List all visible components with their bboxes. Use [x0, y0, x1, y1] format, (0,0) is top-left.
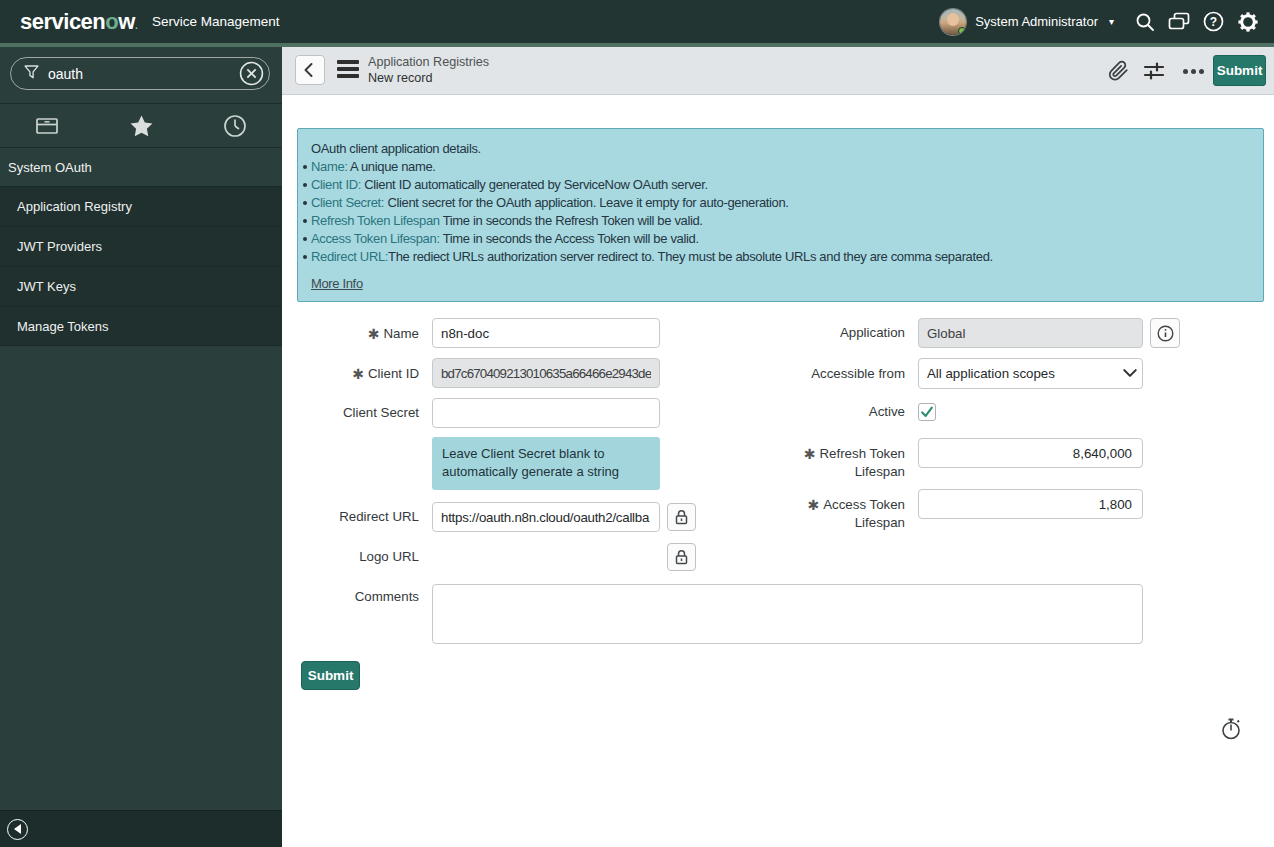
star-icon	[129, 114, 154, 138]
sidebar-footer	[0, 810, 282, 847]
presence-dot-icon	[958, 27, 966, 35]
form-context-menu-icon[interactable]	[337, 60, 359, 81]
user-menu[interactable]: System Administrator ▾	[940, 0, 1114, 43]
bullet-icon	[303, 255, 307, 259]
search-icon[interactable]	[1132, 0, 1158, 43]
tab-favorites[interactable]	[94, 104, 188, 147]
record-toolbar: Application Registries New record Submit	[282, 47, 1274, 95]
clock-icon	[223, 114, 247, 138]
application-info-button[interactable]	[1150, 318, 1180, 348]
sidebar-menu: System OAuth Application Registry JWT Pr…	[0, 147, 282, 346]
app-header: servicenow. Service Management System Ad…	[0, 0, 1274, 43]
required-icon: ✱	[804, 446, 820, 462]
accessible-from-label: Accessible from	[745, 358, 905, 389]
bullet-icon	[303, 237, 307, 241]
redirect-url-label: Redirect URL	[297, 502, 419, 532]
redirect-url-lock-button[interactable]	[667, 503, 696, 531]
more-options-icon[interactable]	[1178, 59, 1208, 83]
user-name: System Administrator	[975, 14, 1098, 29]
oauth-info-box: OAuth client application details. Name: …	[297, 128, 1264, 302]
filter-navigator-input[interactable]	[39, 66, 239, 82]
info-item: Client Secret: Client secret for the OAu…	[311, 194, 1249, 212]
comments-label: Comments	[297, 584, 419, 610]
chevron-down-icon: ▾	[1107, 16, 1114, 27]
servicenow-logo[interactable]: servicenow.	[20, 0, 137, 43]
client-secret-input[interactable]	[432, 398, 660, 428]
lock-icon	[674, 549, 689, 565]
collapse-sidebar-icon[interactable]	[7, 819, 28, 840]
logo-url-lock-button[interactable]	[667, 543, 696, 571]
comments-textarea[interactable]	[432, 584, 1143, 644]
active-label: Active	[745, 403, 905, 421]
application-label: Application	[745, 318, 905, 348]
client-secret-note: Leave Client Secret blank to automatical…	[432, 437, 660, 490]
sidebar-item-jwt-keys[interactable]: JWT Keys	[0, 266, 282, 306]
required-icon: ✱	[807, 497, 823, 513]
name-label: ✱Name	[297, 318, 419, 349]
help-icon[interactable]: ?	[1200, 0, 1226, 43]
info-item: Access Token Lifespan: Time in seconds t…	[311, 230, 1249, 248]
more-info-link[interactable]: More Info	[311, 275, 363, 293]
avatar	[940, 9, 966, 35]
product-name: Service Management	[152, 0, 280, 43]
bullet-icon	[303, 183, 307, 187]
name-input[interactable]	[432, 318, 660, 348]
accessible-from-select[interactable]: All application scopes	[918, 358, 1143, 389]
tab-all-applications[interactable]	[0, 104, 94, 147]
sidebar-filter[interactable]	[10, 57, 270, 90]
funnel-icon	[24, 65, 39, 82]
record-title: Application Registries New record	[368, 54, 489, 86]
tab-history[interactable]	[188, 104, 282, 147]
bullet-icon	[303, 219, 307, 223]
info-circle-icon	[1157, 325, 1174, 342]
gear-icon[interactable]	[1235, 0, 1261, 43]
connect-chat-icon[interactable]	[1166, 0, 1192, 43]
archive-box-icon	[35, 115, 59, 137]
application-input	[918, 318, 1143, 348]
active-checkbox[interactable]	[918, 403, 936, 421]
sidebar-tabs	[0, 103, 282, 147]
redirect-url-input[interactable]	[432, 502, 660, 532]
attachment-paperclip-icon[interactable]	[1106, 59, 1130, 83]
required-icon: ✱	[352, 366, 368, 382]
info-item: Client ID: Client ID automatically gener…	[311, 176, 1249, 194]
access-token-lifespan-input[interactable]	[918, 489, 1143, 519]
record-title-table: Application Registries	[368, 54, 489, 70]
record-title-record: New record	[368, 70, 489, 86]
info-item: Name: A unique name.	[311, 158, 1249, 176]
logo-url-label: Logo URL	[297, 542, 419, 572]
required-icon: ✱	[368, 326, 384, 342]
personal-timer-icon[interactable]	[1219, 717, 1243, 741]
personalize-form-sliders-icon[interactable]	[1142, 59, 1166, 83]
clear-filter-icon[interactable]	[239, 61, 264, 86]
client-id-label: ✱Client ID	[297, 358, 419, 389]
sidebar-item-manage-tokens[interactable]: Manage Tokens	[0, 306, 282, 346]
avatar-face	[947, 13, 959, 26]
svg-text:?: ?	[1209, 15, 1216, 29]
sidebar-section-system-oauth[interactable]: System OAuth	[0, 147, 282, 186]
bullet-icon	[303, 165, 307, 169]
sidebar: System OAuth Application Registry JWT Pr…	[0, 47, 282, 847]
submit-button-form[interactable]: Submit	[301, 661, 360, 690]
access-token-lifespan-label: ✱Access TokenLifespan	[745, 495, 905, 532]
info-title: OAuth client application details.	[311, 140, 1249, 158]
sidebar-item-application-registry[interactable]: Application Registry	[0, 186, 282, 226]
refresh-token-lifespan-input[interactable]	[918, 438, 1143, 468]
lock-icon	[674, 509, 689, 525]
chevron-left-icon	[299, 59, 321, 81]
logo-o-icon: o	[105, 9, 118, 34]
submit-button-header[interactable]: Submit	[1213, 55, 1266, 86]
bullet-icon	[303, 201, 307, 205]
info-item: Refresh Token Lifespan Time in seconds t…	[311, 212, 1249, 230]
client-id-input	[432, 358, 660, 388]
sidebar-item-jwt-providers[interactable]: JWT Providers	[0, 226, 282, 266]
client-secret-label: Client Secret	[297, 398, 419, 428]
refresh-token-lifespan-label: ✱Refresh TokenLifespan	[745, 444, 905, 481]
back-button[interactable]	[295, 55, 325, 85]
info-item: Redirect URL:The rediect URLs authorizat…	[311, 248, 1249, 266]
check-icon	[920, 405, 934, 419]
